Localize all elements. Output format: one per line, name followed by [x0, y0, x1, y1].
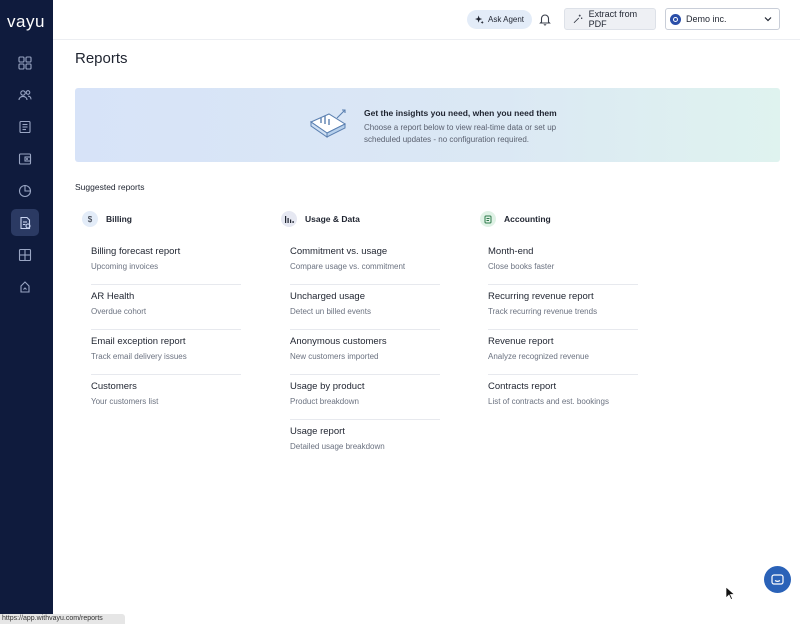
- report-subtitle: Detect un billed events: [290, 307, 371, 316]
- report-uncharged-usage[interactable]: Uncharged usage Detect un billed events: [290, 285, 440, 330]
- report-title: Usage by product: [290, 381, 365, 392]
- account-selector[interactable]: Demo inc.: [665, 8, 780, 30]
- report-contracts[interactable]: Contracts report List of contracts and e…: [488, 375, 638, 420]
- invoices-icon: [19, 120, 31, 133]
- sidebar-item-reports[interactable]: [11, 209, 39, 236]
- report-title: Customers: [91, 381, 137, 392]
- sidebar-item-wallet[interactable]: [11, 145, 39, 172]
- report-recurring-revenue[interactable]: Recurring revenue report Track recurring…: [488, 285, 638, 330]
- report-subtitle: New customers imported: [290, 352, 379, 361]
- sidebar-item-integrations[interactable]: [11, 273, 39, 300]
- page-title: Reports: [75, 50, 128, 67]
- category-title: Accounting: [504, 214, 551, 224]
- report-subtitle: Product breakdown: [290, 397, 359, 406]
- dashboard-icon: [18, 55, 32, 70]
- banner-title: Get the insights you need, when you need…: [364, 108, 557, 118]
- report-subtitle: Upcoming invoices: [91, 262, 159, 271]
- report-title: Recurring revenue report: [488, 291, 594, 302]
- chat-launcher-button[interactable]: [764, 566, 791, 593]
- dollar-icon: $: [82, 211, 98, 227]
- banner-subtitle: Choose a report below to view real-time …: [364, 123, 557, 144]
- report-email-exception[interactable]: Email exception report Track email deliv…: [91, 330, 241, 375]
- report-title: Revenue report: [488, 336, 554, 347]
- chat-icon: [771, 573, 784, 585]
- sidebar: vayu: [0, 0, 53, 624]
- sidebar-item-layout[interactable]: [11, 241, 39, 268]
- report-illustration-icon: [309, 109, 347, 138]
- report-title: Contracts report: [488, 381, 557, 392]
- extract-label: Extract from PDF: [588, 9, 638, 29]
- top-bar: Ask Agent Extract from PDF Demo inc.: [53, 0, 800, 40]
- wallet-icon: [18, 152, 32, 165]
- report-title: Email exception report: [91, 336, 186, 347]
- report-subtitle: Detailed usage breakdown: [290, 442, 385, 451]
- report-subtitle: Overdue cohort: [91, 307, 147, 316]
- report-subtitle: List of contracts and est. bookings: [488, 397, 609, 406]
- report-subtitle: Your customers list: [91, 397, 159, 406]
- bar-chart-icon: [281, 211, 297, 227]
- insights-banner: Get the insights you need, when you need…: [75, 88, 780, 162]
- users-icon: [18, 89, 32, 100]
- report-subtitle: Track recurring revenue trends: [488, 307, 598, 316]
- sidebar-item-dashboard[interactable]: [11, 49, 39, 76]
- category-usage-data: Usage & Data: [281, 211, 360, 227]
- suggested-reports-heading: Suggested reports: [75, 182, 145, 192]
- sparkle-icon: [475, 15, 484, 24]
- report-subtitle: Compare usage vs. commitment: [290, 262, 406, 271]
- report-customers[interactable]: Customers Your customers list: [91, 375, 241, 420]
- report-billing-forecast[interactable]: Billing forecast report Upcoming invoice…: [91, 240, 241, 285]
- report-title: Usage report: [290, 426, 345, 437]
- report-ar-health[interactable]: AR Health Overdue cohort: [91, 285, 241, 330]
- report-subtitle: Close books faster: [488, 262, 555, 271]
- account-name: Demo inc.: [686, 14, 727, 24]
- ledger-icon: [480, 211, 496, 227]
- category-billing: $ Billing: [82, 211, 132, 227]
- category-title: Billing: [106, 214, 132, 224]
- category-accounting: Accounting: [480, 211, 551, 227]
- report-month-end[interactable]: Month-end Close books faster: [488, 240, 638, 285]
- category-title: Usage & Data: [305, 214, 360, 224]
- chevron-down-icon: [764, 17, 772, 22]
- report-subtitle: Track email delivery issues: [91, 352, 187, 361]
- reports-icon: [20, 216, 31, 229]
- report-title: Anonymous customers: [290, 336, 387, 347]
- integrations-icon: [20, 280, 30, 293]
- status-bar-url: https://app.withvayu.com/reports: [0, 614, 125, 624]
- pie-chart-icon: [18, 184, 32, 197]
- report-revenue[interactable]: Revenue report Analyze recognized revenu…: [488, 330, 638, 375]
- report-title: AR Health: [91, 291, 135, 302]
- extract-from-pdf-button[interactable]: Extract from PDF: [564, 8, 656, 30]
- layout-icon: [18, 248, 32, 261]
- report-commitment-vs-usage[interactable]: Commitment vs. usage Compare usage vs. c…: [290, 240, 440, 285]
- bell-icon[interactable]: [538, 12, 552, 26]
- report-title: Commitment vs. usage: [290, 246, 388, 257]
- report-title: Month-end: [488, 246, 534, 257]
- report-anonymous-customers[interactable]: Anonymous customers New customers import…: [290, 330, 440, 375]
- report-usage-by-product[interactable]: Usage by product Product breakdown: [290, 375, 440, 420]
- sidebar-item-users[interactable]: [11, 81, 39, 108]
- app-logo[interactable]: vayu: [7, 12, 45, 32]
- sidebar-item-invoices[interactable]: [11, 113, 39, 140]
- account-avatar-icon: [670, 13, 681, 25]
- ask-agent-label: Ask Agent: [488, 15, 525, 24]
- sidebar-item-analytics[interactable]: [11, 177, 39, 204]
- report-title: Uncharged usage: [290, 291, 365, 302]
- report-title: Billing forecast report: [91, 246, 181, 257]
- report-usage-report[interactable]: Usage report Detailed usage breakdown: [290, 420, 440, 465]
- mouse-cursor-icon: [725, 586, 735, 600]
- report-subtitle: Analyze recognized revenue: [488, 352, 589, 361]
- ask-agent-button[interactable]: Ask Agent: [467, 10, 533, 29]
- magic-wand-icon: [573, 14, 583, 24]
